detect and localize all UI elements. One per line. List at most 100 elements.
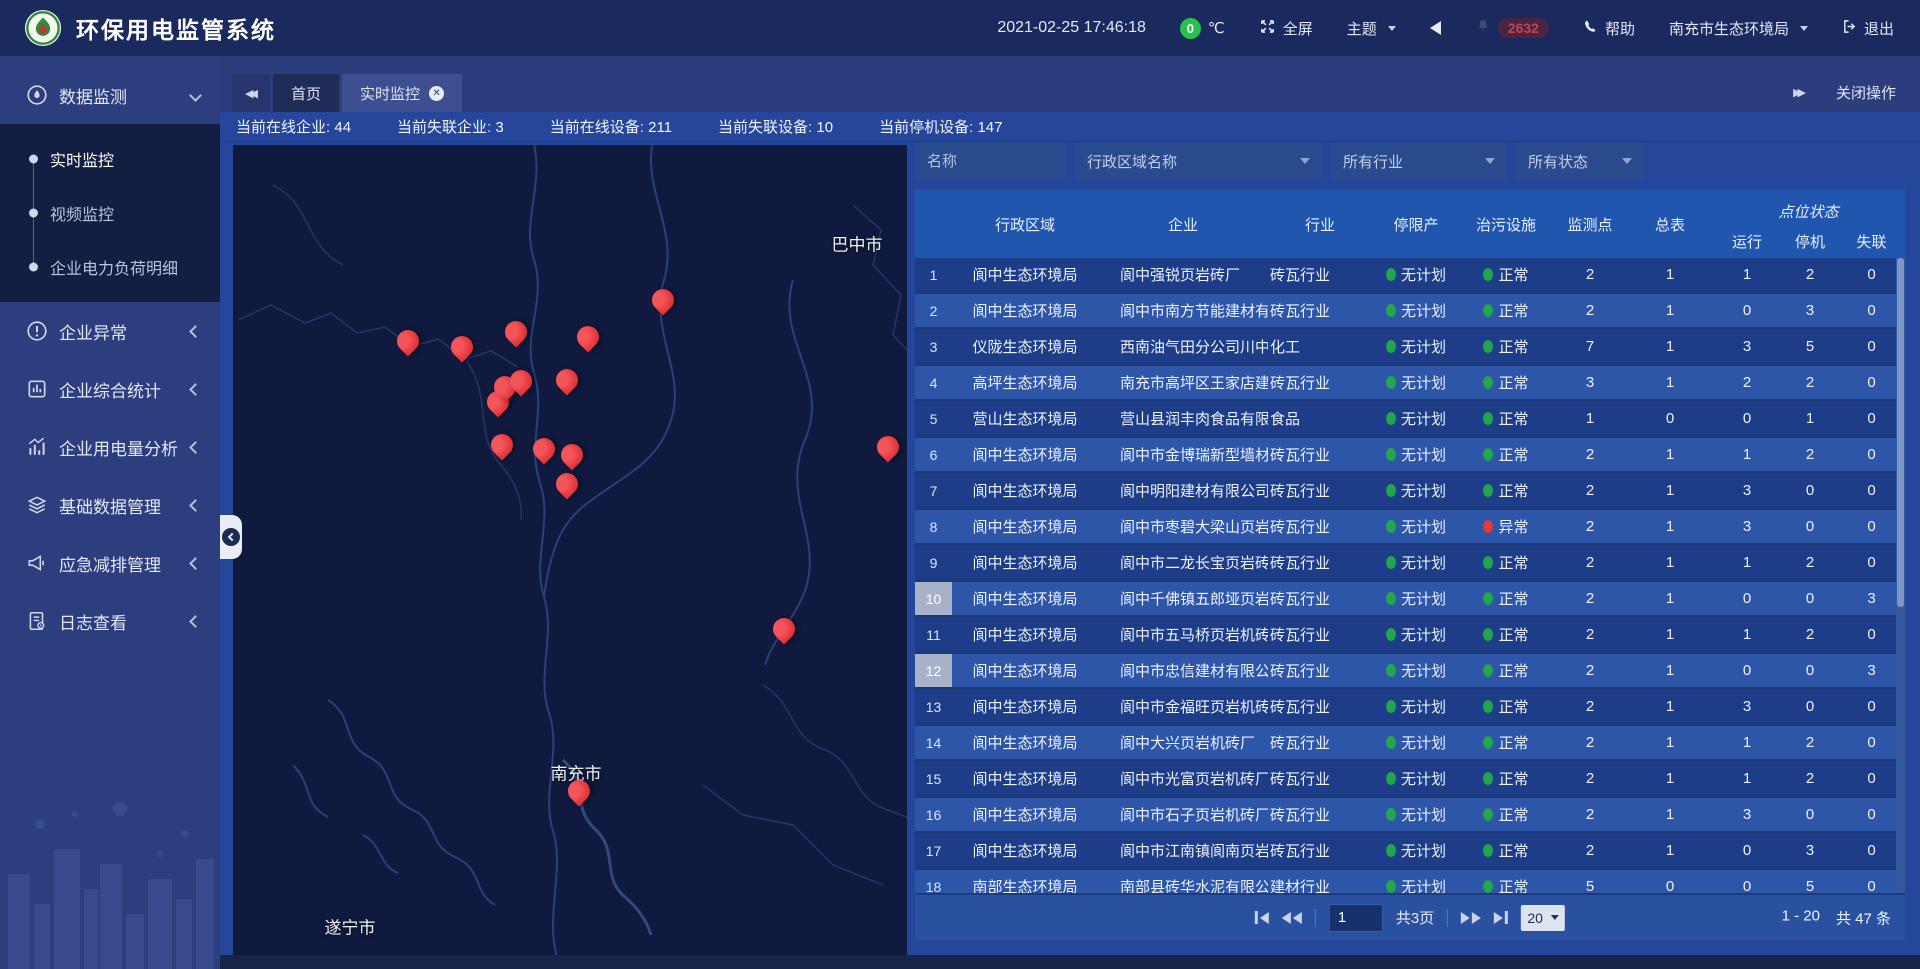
next-page-button[interactable] (1461, 912, 1481, 924)
cell-company: 阆中千佛镇五郎垭页岩 (1098, 582, 1268, 615)
cell-industry: 砖瓦行业 (1268, 546, 1372, 579)
tab-home[interactable]: 首页 (273, 74, 339, 112)
cell-monitor-points: 2 (1552, 798, 1628, 831)
sidebar-subitem[interactable]: 实时监控 (0, 132, 220, 186)
cell-total-meters: 1 (1628, 510, 1712, 543)
app-logo-icon (24, 9, 62, 47)
cell-industry: 砖瓦行业 (1268, 474, 1372, 507)
table-row[interactable]: 17 阆中生态环境局 阆中市江南镇阆南页岩 砖瓦行业 无计划 正常 2 1 0 … (915, 834, 1905, 870)
theme-dropdown[interactable]: 主题 (1347, 18, 1396, 39)
table-row[interactable]: 1 阆中生态环境局 阆中强锐页岩砖厂 砖瓦行业 无计划 正常 2 1 1 2 0 (915, 258, 1905, 294)
map-city-label: 遂宁市 (325, 914, 376, 939)
cell-total-meters: 1 (1628, 438, 1712, 471)
cell-index: 1 (915, 258, 952, 291)
sidebar-submenu: 实时监控 视频监控 企业电力负荷明细 (0, 124, 220, 302)
help-button[interactable]: 帮助 (1583, 18, 1635, 39)
cell-stopped: 5 (1782, 870, 1838, 893)
org-dropdown[interactable]: 南充市生态环境局 (1669, 18, 1808, 39)
chevron-left-icon (228, 533, 236, 541)
sidebar-item-alert[interactable]: 企业异常 (0, 302, 220, 360)
cell-monitor-points: 2 (1552, 690, 1628, 723)
sidebar-subitem[interactable]: 视频监控 (0, 186, 220, 240)
region-select[interactable]: 行政区域名称 (1075, 142, 1322, 180)
cell-stopped: 2 (1782, 546, 1838, 579)
page-size-select[interactable]: 20 (1521, 905, 1565, 931)
table-row[interactable]: 5 营山生态环境局 营山县润丰肉食品有限 食品 无计划 正常 1 0 0 1 0 (915, 402, 1905, 438)
status-dot (1386, 520, 1396, 533)
skyline-decoration (0, 754, 220, 969)
table-row[interactable]: 13 阆中生态环境局 阆中市金福旺页岩机砖 砖瓦行业 无计划 正常 2 1 3 … (915, 690, 1905, 726)
tab-scroll-right-button[interactable]: ▶▶ (1793, 86, 1806, 99)
logout-button[interactable]: 退出 (1842, 18, 1894, 39)
cell-limit-status: 无计划 (1372, 438, 1460, 471)
table-row[interactable]: 4 高坪生态环境局 南充市高坪区王家店建 砖瓦行业 无计划 正常 3 1 2 2… (915, 366, 1905, 402)
status-dot (1386, 448, 1396, 461)
sidebar-item-chart[interactable]: 企业用电量分析 (0, 418, 220, 476)
table-row[interactable]: 8 阆中生态环境局 阆中市枣碧大梁山页岩 砖瓦行业 无计划 异常 2 1 3 0… (915, 510, 1905, 546)
mute-speaker-button[interactable] (1430, 21, 1441, 35)
table-row[interactable]: 2 阆中生态环境局 阆中市南方节能建材有 砖瓦行业 无计划 正常 2 1 0 3… (915, 294, 1905, 330)
table-row[interactable]: 7 阆中生态环境局 阆中明阳建材有限公司 砖瓦行业 无计划 正常 2 1 3 0… (915, 474, 1905, 510)
chevron-down-icon (1622, 158, 1632, 164)
cell-region: 阆中生态环境局 (952, 294, 1098, 327)
last-page-button[interactable] (1494, 911, 1508, 924)
sidebar-collapse-handle[interactable] (220, 515, 242, 559)
cell-company: 阆中市金博瑞新型墙材 (1098, 438, 1268, 471)
table-row[interactable]: 14 阆中生态环境局 阆中大兴页岩机砖厂 砖瓦行业 无计划 正常 2 1 1 2… (915, 726, 1905, 762)
col-header-industry: 行业 (1268, 190, 1372, 258)
cell-stopped: 5 (1782, 330, 1838, 363)
cell-index: 14 (915, 726, 952, 759)
fullscreen-button[interactable]: 全屏 (1259, 18, 1313, 39)
cell-region: 阆中生态环境局 (952, 546, 1098, 579)
status-select[interactable]: 所有状态 (1516, 142, 1644, 180)
tab-scroll-left-button[interactable]: ◀◀ (232, 74, 270, 112)
cell-limit-status: 无计划 (1372, 582, 1460, 615)
close-operations-button[interactable]: 关闭操作 (1836, 82, 1896, 103)
cell-industry: 砖瓦行业 (1268, 618, 1372, 651)
fullscreen-icon (1259, 18, 1276, 39)
industry-select[interactable]: 所有行业 (1331, 142, 1507, 180)
table-row[interactable]: 9 阆中生态环境局 阆中市二龙长宝页岩砖 砖瓦行业 无计划 正常 2 1 1 2… (915, 546, 1905, 582)
chevron-down-icon (1388, 26, 1396, 31)
status-dot (1386, 376, 1396, 389)
table-scrollbar[interactable] (1896, 258, 1905, 893)
sidebar-item-log[interactable]: 日志查看 (0, 592, 220, 650)
cell-stopped: 0 (1782, 474, 1838, 507)
table-row[interactable]: 16 阆中生态环境局 阆中市石子页岩机砖厂 砖瓦行业 无计划 正常 2 1 3 … (915, 798, 1905, 834)
cell-index: 7 (915, 474, 952, 507)
cell-monitor-points: 2 (1552, 654, 1628, 687)
notifications[interactable]: 2632 (1475, 18, 1549, 38)
cell-limit-status: 无计划 (1372, 366, 1460, 399)
status-dot (1386, 808, 1396, 821)
cell-monitor-points: 2 (1552, 474, 1628, 507)
tab-realtime-monitor[interactable]: 实时监控 ✕ (342, 74, 462, 112)
scrollbar-thumb[interactable] (1897, 258, 1904, 607)
sidebar-item-stats[interactable]: 企业综合统计 (0, 360, 220, 418)
table-row[interactable]: 11 阆中生态环境局 阆中市五马桥页岩机砖 砖瓦行业 无计划 正常 2 1 1 … (915, 618, 1905, 654)
sidebar-item-layers[interactable]: 基础数据管理 (0, 476, 220, 534)
table-row[interactable]: 3 仪陇生态环境局 西南油气田分公司川中 化工 无计划 正常 7 1 3 5 0 (915, 330, 1905, 366)
table-row[interactable]: 18 南部生态环境局 南部县砖华水泥有限公 建材行业 无计划 正常 5 0 0 … (915, 870, 1905, 893)
cell-limit-status: 无计划 (1372, 690, 1460, 723)
top-header: 环保用电监管系统 2021-02-25 17:46:18 0 ℃ 全屏 主题 2… (0, 0, 1920, 56)
map-view[interactable]: 巴中市南充市遂宁市 (233, 145, 907, 955)
first-page-button[interactable] (1255, 911, 1269, 924)
cell-offline: 0 (1838, 402, 1905, 435)
table-row[interactable]: 12 阆中生态环境局 阆中市忠信建材有限公 砖瓦行业 无计划 正常 2 1 0 … (915, 654, 1905, 690)
sidebar-item-horn[interactable]: 应急减排管理 (0, 534, 220, 592)
col-header-limit: 停限产 (1372, 190, 1460, 258)
chevron-icon (189, 89, 202, 102)
sidebar-subitem[interactable]: 企业电力负荷明细 (0, 240, 220, 294)
page-number-input[interactable] (1329, 904, 1383, 932)
table-row[interactable]: 6 阆中生态环境局 阆中市金博瑞新型墙材 砖瓦行业 无计划 正常 2 1 1 2… (915, 438, 1905, 474)
table-row[interactable]: 10 阆中生态环境局 阆中千佛镇五郎垭页岩 砖瓦行业 无计划 正常 2 1 0 … (915, 582, 1905, 618)
pager-divider (1447, 909, 1448, 927)
status-dot (1386, 700, 1396, 713)
tab-close-icon[interactable]: ✕ (429, 86, 444, 101)
table-row[interactable]: 15 阆中生态环境局 阆中市光富页岩机砖厂 砖瓦行业 无计划 正常 2 1 1 … (915, 762, 1905, 798)
sidebar-item-gauge[interactable]: 数据监测 (0, 66, 220, 124)
name-search-input[interactable] (915, 142, 1066, 180)
cell-limit-status: 无计划 (1372, 474, 1460, 507)
prev-page-button[interactable] (1282, 912, 1302, 924)
cell-running: 0 (1712, 582, 1782, 615)
